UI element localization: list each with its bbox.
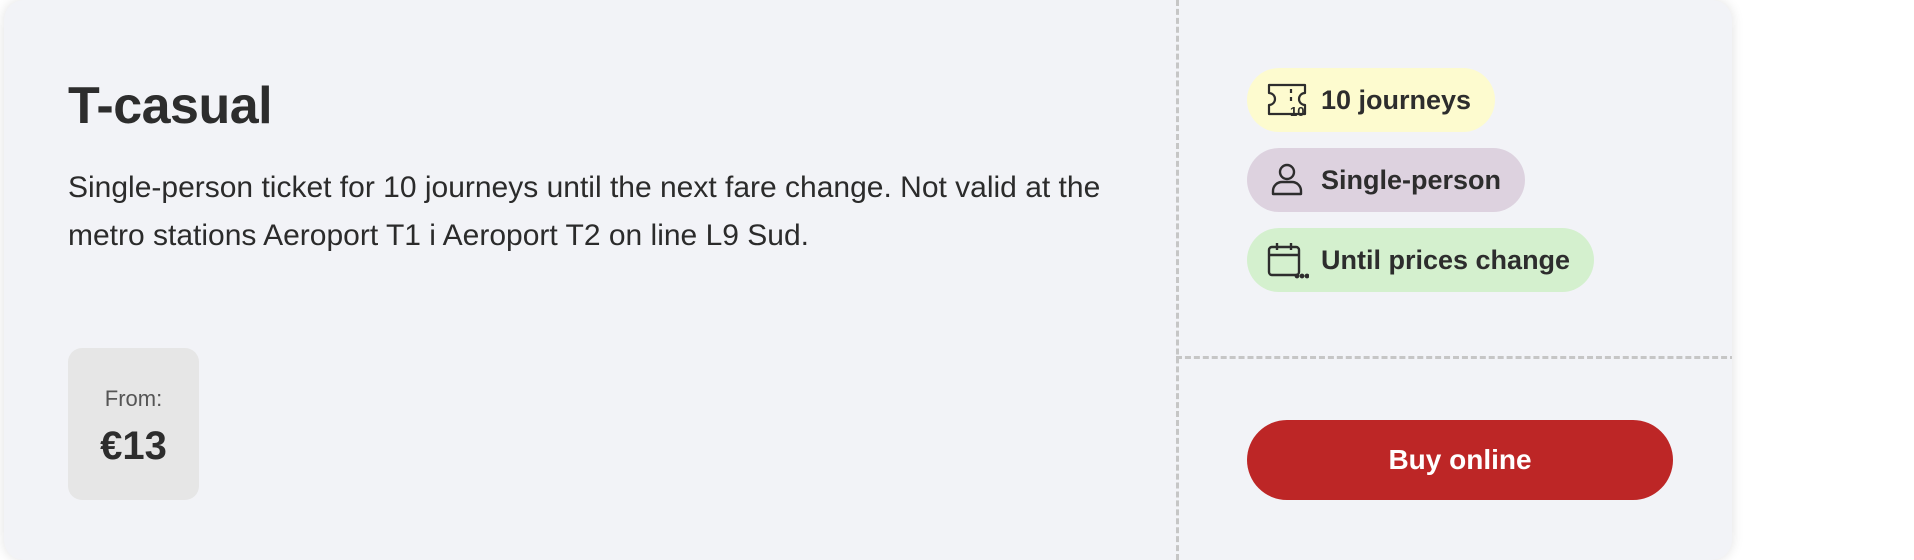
price-box: From: €13 [68,348,199,500]
tag-validity: Until prices change [1247,228,1595,292]
price-value: €13 [100,424,167,468]
tag-validity-label: Until prices change [1321,244,1571,275]
price-label: From: [104,386,163,411]
ticket-description: Single-person ticket for 10 journeys unt… [68,171,1101,252]
person-icon [1271,163,1303,196]
ticket-card: T-casual Single-person ticket for 10 jou… [4,0,1732,560]
ticket-tags: 10 10 journeys Single-person Until price… [1247,68,1595,308]
tag-single-person-label: Single-person [1321,164,1502,195]
ticket-title: T-casual [68,77,273,135]
calendar-icon [1267,243,1309,279]
tag-journeys: 10 10 journeys [1247,68,1496,132]
tag-single-person: Single-person [1247,148,1526,212]
vertical-divider [1176,0,1179,560]
ticket-10-icon: 10 [1267,83,1307,119]
horizontal-divider [1176,356,1732,359]
buy-online-button[interactable]: Buy online [1247,420,1673,500]
tag-journeys-label: 10 journeys [1321,84,1472,115]
svg-text:10: 10 [1290,104,1304,119]
